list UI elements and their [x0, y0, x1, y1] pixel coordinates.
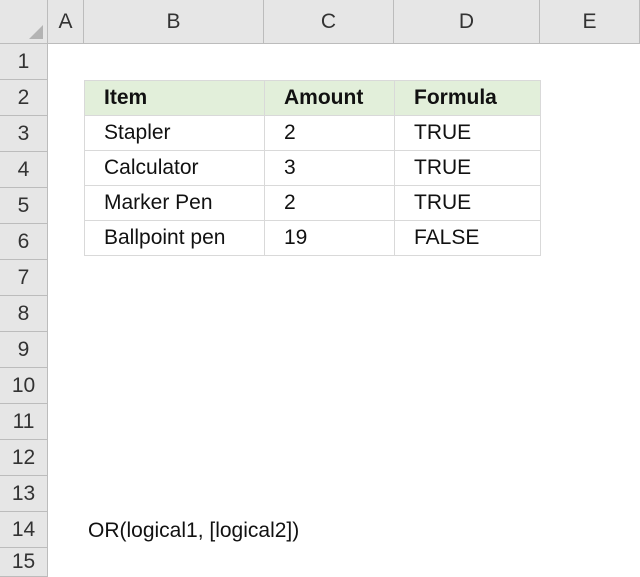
column-header-c[interactable]: C	[264, 0, 394, 44]
spreadsheet: A B C D E 1 2 3 4 5 6 7 8 9 10 11 12 13 …	[0, 0, 640, 577]
cell-item[interactable]: Stapler	[84, 115, 265, 151]
row-header-9[interactable]: 9	[0, 332, 48, 368]
row-header-3[interactable]: 3	[0, 116, 48, 152]
cell-item[interactable]: Calculator	[84, 150, 265, 186]
cell-item[interactable]: Marker Pen	[84, 185, 265, 221]
cell-item[interactable]: Ballpoint pen	[84, 220, 265, 256]
column-header-e[interactable]: E	[540, 0, 640, 44]
or-syntax-note[interactable]: OR(logical1, [logical2])	[88, 519, 299, 543]
select-all-corner[interactable]	[0, 0, 48, 44]
cell-formula[interactable]: TRUE	[394, 115, 541, 151]
row-header-7[interactable]: 7	[0, 260, 48, 296]
row-header-10[interactable]: 10	[0, 368, 48, 404]
row-header-1[interactable]: 1	[0, 44, 48, 80]
row-header-5[interactable]: 5	[0, 188, 48, 224]
table-row: Marker Pen 2 TRUE	[84, 185, 541, 221]
header-item[interactable]: Item	[84, 80, 265, 116]
cell-amount[interactable]: 2	[264, 185, 395, 221]
row-header-6[interactable]: 6	[0, 224, 48, 260]
row-header-2[interactable]: 2	[0, 80, 48, 116]
header-formula[interactable]: Formula	[394, 80, 541, 116]
row-header-13[interactable]: 13	[0, 476, 48, 512]
column-header-d[interactable]: D	[394, 0, 540, 44]
select-all-icon	[29, 25, 43, 39]
table-row: Stapler 2 TRUE	[84, 115, 541, 151]
column-header-b[interactable]: B	[84, 0, 264, 44]
table-row: Ballpoint pen 19 FALSE	[84, 220, 541, 256]
row-header-11[interactable]: 11	[0, 404, 48, 440]
cell-amount[interactable]: 19	[264, 220, 395, 256]
column-header-a[interactable]: A	[48, 0, 84, 44]
cell-formula[interactable]: FALSE	[394, 220, 541, 256]
header-amount[interactable]: Amount	[264, 80, 395, 116]
table-header-row: Item Amount Formula	[84, 80, 541, 116]
row-header-14[interactable]: 14	[0, 512, 48, 548]
row-header-8[interactable]: 8	[0, 296, 48, 332]
table-row: Calculator 3 TRUE	[84, 150, 541, 186]
item-table: Item Amount Formula Stapler 2 TRUE Calcu…	[84, 80, 541, 256]
cell-formula[interactable]: TRUE	[394, 150, 541, 186]
cell-amount[interactable]: 2	[264, 115, 395, 151]
row-header-4[interactable]: 4	[0, 152, 48, 188]
row-header-12[interactable]: 12	[0, 440, 48, 476]
cell-formula[interactable]: TRUE	[394, 185, 541, 221]
cell-amount[interactable]: 3	[264, 150, 395, 186]
row-header-15[interactable]: 15	[0, 548, 48, 577]
